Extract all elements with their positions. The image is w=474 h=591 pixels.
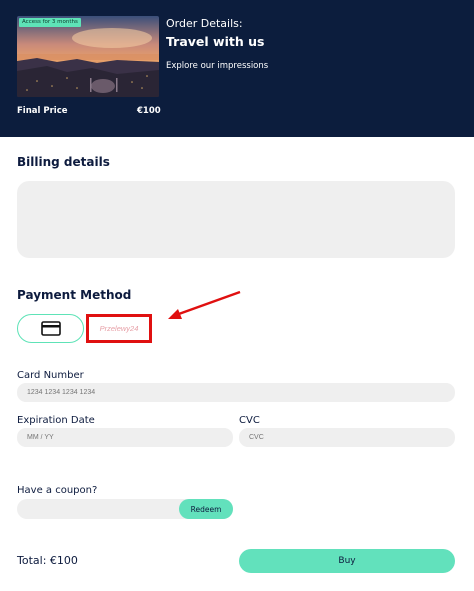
expiration-date-input[interactable] bbox=[17, 428, 233, 447]
przelewy24-logo: Przelewy24 bbox=[99, 324, 139, 333]
billing-details-heading: Billing details bbox=[17, 155, 110, 169]
expiration-date-label: Expiration Date bbox=[17, 415, 95, 426]
redeem-button[interactable]: Redeem bbox=[179, 499, 233, 519]
annotation-arrow-icon bbox=[168, 290, 241, 319]
final-price-label: Final Price bbox=[17, 106, 68, 116]
product-thumbnail: Access for 3 months bbox=[17, 16, 159, 97]
cvc-input[interactable] bbox=[239, 428, 455, 447]
przelewy24-payment-option[interactable]: Przelewy24 bbox=[86, 314, 152, 343]
product-description: Explore our impressions bbox=[166, 61, 269, 71]
card-number-input[interactable] bbox=[17, 383, 455, 402]
credit-card-icon bbox=[40, 321, 61, 336]
product-name: Travel with us bbox=[166, 34, 265, 49]
card-payment-option[interactable] bbox=[17, 314, 84, 343]
city-skyline-image bbox=[17, 16, 159, 97]
payment-method-heading: Payment Method bbox=[17, 288, 132, 302]
order-details-title: Order Details: bbox=[166, 17, 243, 30]
card-number-label: Card Number bbox=[17, 370, 84, 381]
access-badge: Access for 3 months bbox=[19, 18, 81, 27]
cvc-label: CVC bbox=[239, 415, 260, 426]
final-price-value: €100 bbox=[137, 106, 161, 116]
coupon-label: Have a coupon? bbox=[17, 485, 98, 496]
billing-details-box[interactable] bbox=[17, 181, 455, 258]
buy-button[interactable]: Buy bbox=[239, 549, 455, 573]
total-amount: Total: €100 bbox=[17, 554, 78, 567]
order-header: Access for 3 months Final Price €100 Ord… bbox=[0, 0, 474, 137]
